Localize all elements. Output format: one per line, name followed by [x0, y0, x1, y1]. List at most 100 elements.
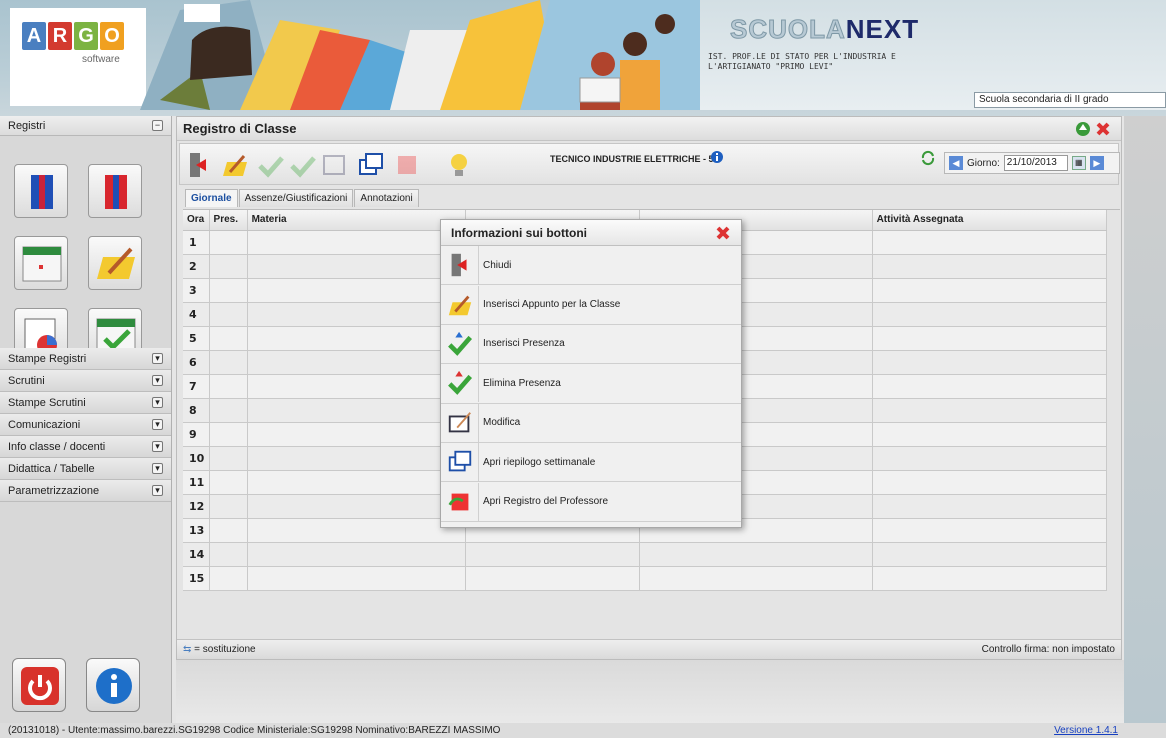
table-cell[interactable] — [209, 230, 248, 255]
exit-door-icon — [451, 253, 467, 277]
table-cell[interactable] — [247, 350, 466, 375]
table-cell[interactable] — [247, 470, 466, 495]
table-cell[interactable] — [872, 230, 1108, 255]
table-cell[interactable] — [872, 494, 1108, 519]
sidebar-section-registri[interactable]: Registri − — [0, 116, 171, 136]
sidebar-item-scrutini[interactable]: Scrutini ▾ — [0, 370, 171, 392]
date-field[interactable]: 21/10/2013 — [1003, 155, 1068, 171]
table-cell[interactable] — [247, 542, 466, 567]
expand-icon[interactable]: ▾ — [152, 485, 163, 496]
table-cell[interactable] — [209, 374, 248, 399]
sidebar-item-stampe-scrutini[interactable]: Stampe Scrutini ▾ — [0, 392, 171, 414]
tab-giornale[interactable]: Giornale — [185, 189, 238, 207]
table-cell[interactable] — [872, 518, 1108, 543]
tab-annotazioni[interactable]: Annotazioni — [354, 189, 419, 207]
close-icon[interactable] — [715, 225, 731, 241]
table-cell[interactable] — [247, 446, 466, 471]
table-cell[interactable] — [872, 302, 1108, 327]
table-cell[interactable] — [247, 278, 466, 303]
table-cell[interactable] — [465, 542, 641, 567]
table-cell[interactable] — [209, 326, 248, 351]
tab-assenze[interactable]: Assenze/Giustificazioni — [238, 189, 354, 207]
expand-icon[interactable]: ▾ — [152, 419, 163, 430]
table-cell[interactable] — [209, 494, 248, 519]
table-cell[interactable] — [465, 566, 641, 591]
next-day-icon[interactable]: ▶ — [1089, 156, 1104, 170]
expand-icon[interactable]: ▾ — [152, 353, 163, 364]
table-row[interactable]: 14 — [183, 542, 1108, 567]
version-link[interactable]: Versione 1.4.1 — [1054, 725, 1118, 736]
table-cell[interactable] — [209, 566, 248, 591]
table-cell[interactable] — [872, 542, 1108, 567]
table-cell[interactable] — [209, 542, 248, 567]
notes-button[interactable] — [88, 236, 142, 290]
table-cell[interactable] — [209, 422, 248, 447]
lightbulb-icon[interactable] — [444, 150, 474, 180]
expand-icon[interactable]: ▾ — [152, 441, 163, 452]
table-cell[interactable] — [872, 326, 1108, 351]
prev-day-icon[interactable]: ◀ — [949, 156, 963, 170]
sidebar-item-info-classe[interactable]: Info classe / docenti ▾ — [0, 436, 171, 458]
toolbar: TECNICO INDUSTRIE ELETTRICHE - 5A ◀ Gior… — [179, 143, 1120, 185]
table-cell[interactable] — [247, 566, 466, 591]
table-cell[interactable] — [872, 422, 1108, 447]
school-type-select[interactable]: Scuola secondaria di II grado — [974, 92, 1166, 108]
table-cell[interactable] — [209, 254, 248, 279]
table-cell[interactable] — [247, 326, 466, 351]
table-cell[interactable] — [872, 566, 1108, 591]
table-cell[interactable] — [247, 422, 466, 447]
table-cell[interactable] — [872, 446, 1108, 471]
calendar-icon — [22, 246, 62, 282]
table-cell[interactable] — [247, 398, 466, 423]
table-cell[interactable] — [247, 254, 466, 279]
table-cell[interactable] — [639, 566, 873, 591]
expand-icon[interactable]: ▾ — [152, 375, 163, 386]
note-pencil-icon[interactable] — [220, 150, 250, 180]
table-cell[interactable] — [872, 398, 1108, 423]
sidebar-item-parametrizzazione[interactable]: Parametrizzazione ▾ — [0, 480, 171, 502]
table-cell[interactable] — [872, 470, 1108, 495]
table-cell[interactable] — [209, 278, 248, 303]
table-cell[interactable] — [209, 398, 248, 423]
sync-icon[interactable] — [920, 150, 936, 166]
table-cell[interactable] — [247, 302, 466, 327]
refresh-up-icon[interactable] — [1075, 121, 1091, 137]
calendar-picker-icon[interactable]: ▦ — [1071, 156, 1086, 170]
collapse-icon[interactable]: − — [152, 120, 163, 131]
table-cell[interactable] — [639, 542, 873, 567]
calendar-button[interactable] — [14, 236, 68, 290]
table-row[interactable]: 15 — [183, 566, 1108, 591]
table-cell[interactable] — [872, 350, 1108, 375]
table-cell[interactable] — [247, 494, 466, 519]
table-cell[interactable] — [872, 374, 1108, 399]
giorno-label: Giorno: — [967, 157, 1000, 169]
table-cell[interactable] — [247, 374, 466, 399]
windows-icon[interactable] — [356, 150, 386, 180]
table-cell[interactable] — [209, 446, 248, 471]
power-icon — [21, 667, 59, 705]
sidebar-item-comunicazioni[interactable]: Comunicazioni ▾ — [0, 414, 171, 436]
exit-door-icon[interactable] — [184, 150, 214, 180]
expand-icon[interactable]: ▾ — [152, 463, 163, 474]
expand-icon[interactable]: ▾ — [152, 397, 163, 408]
sidebar-item-stampe-registri[interactable]: Stampe Registri ▾ — [0, 348, 171, 370]
table-cell[interactable] — [209, 518, 248, 543]
edit-icon — [323, 155, 345, 175]
registro-professore-button[interactable] — [88, 164, 142, 218]
class-info-icon[interactable] — [710, 150, 724, 164]
ora-cell: 13 — [183, 518, 210, 543]
table-cell[interactable] — [209, 350, 248, 375]
registro-classe-button[interactable] — [14, 164, 68, 218]
table-cell[interactable] — [247, 518, 466, 543]
logout-button[interactable] — [12, 658, 66, 712]
table-cell[interactable] — [209, 470, 248, 495]
ora-cell: 3 — [183, 278, 210, 303]
sidebar-item-didattica[interactable]: Didattica / Tabelle ▾ — [0, 458, 171, 480]
info-button[interactable] — [86, 658, 140, 712]
table-cell[interactable] — [872, 278, 1108, 303]
close-panel-icon[interactable] — [1095, 121, 1111, 137]
table-cell[interactable] — [872, 254, 1108, 279]
table-cell[interactable] — [209, 302, 248, 327]
table-cell[interactable] — [247, 230, 466, 255]
logo-subtitle: software — [82, 54, 120, 65]
